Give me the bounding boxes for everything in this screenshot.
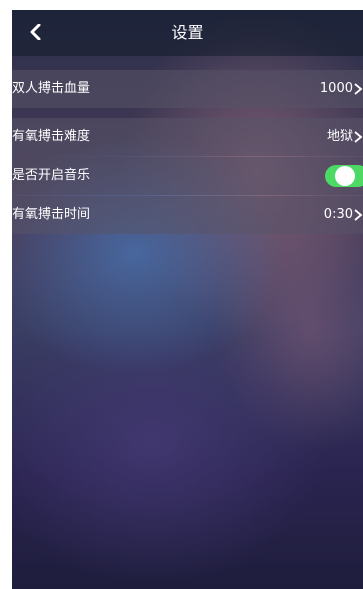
- music-toggle[interactable]: [325, 165, 363, 187]
- setting-row-time[interactable]: 有氧搏击时间 0:30: [12, 196, 363, 234]
- setting-row-difficulty[interactable]: 有氧搏击难度 地狱: [12, 118, 363, 156]
- settings-screen: 设置 双人搏击血量 1000 有氧搏击难度 地狱 是否开启音乐 有氧搏击时间 0…: [12, 10, 363, 589]
- chevron-right-icon: [354, 209, 363, 221]
- chevron-right-icon: [354, 83, 363, 95]
- setting-row-hp[interactable]: 双人搏击血量 1000: [12, 70, 363, 108]
- setting-value: 0:30: [323, 207, 353, 222]
- setting-row-music: 是否开启音乐: [12, 157, 363, 195]
- setting-value: 地狱: [326, 129, 353, 144]
- toggle-knob: [335, 166, 355, 186]
- chevron-right-icon: [354, 131, 363, 143]
- setting-label: 有氧搏击难度: [12, 129, 91, 144]
- setting-label: 双人搏击血量: [12, 81, 91, 96]
- setting-value: 1000: [319, 81, 353, 96]
- setting-label: 是否开启音乐: [12, 168, 91, 183]
- setting-label: 有氧搏击时间: [12, 207, 91, 222]
- header-bar: 设置: [12, 10, 363, 56]
- page-title: 设置: [171, 23, 204, 42]
